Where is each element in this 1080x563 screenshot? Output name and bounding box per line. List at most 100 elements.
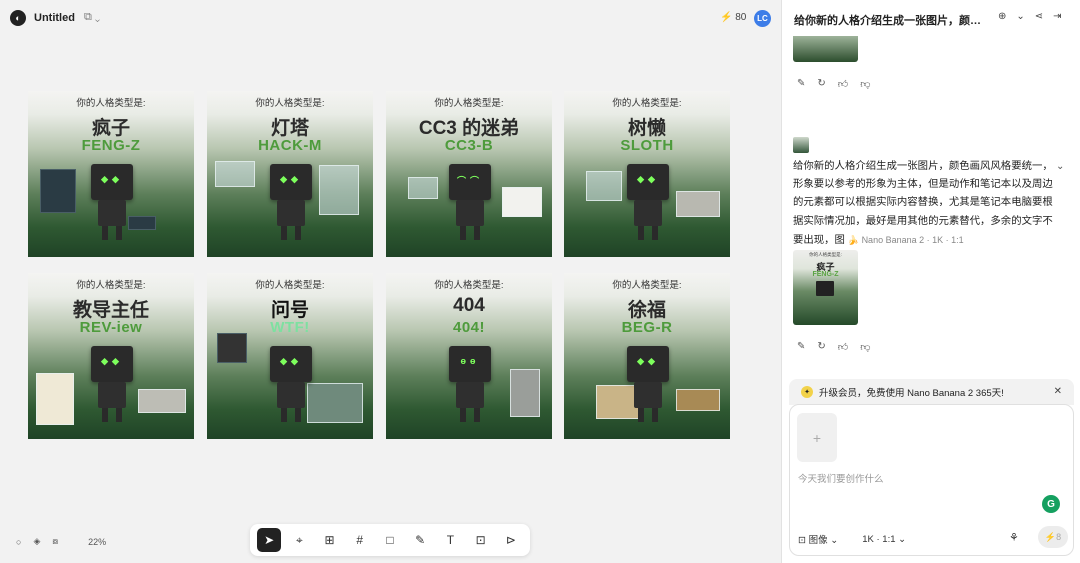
edit-icon[interactable]: ✎ [797,341,805,353]
chevron-down-icon[interactable]: ⌄ [1016,11,1024,22]
card-name: 灯塔 [270,118,309,139]
result-thumbnail[interactable]: 你的人格类型是: 疯子 FENG-Z [793,250,858,325]
image-mode-dropdown[interactable]: ⊡ 图像 ⌄ [798,532,838,546]
card-name: 404 [453,295,485,316]
new-chat-icon[interactable]: ⊕ [998,11,1006,22]
card-caption: 你的人格类型是: [612,98,682,109]
lightning-icon: ⚡ [720,12,733,23]
card-name: 徐福 [627,300,666,321]
persona-card[interactable]: 你的人格类型是: CC3 的迷弟 CC3-B ⌒⌒ [386,91,552,257]
image-gen-tool-icon[interactable]: ⊡ [469,528,493,552]
robot-legs [460,226,480,240]
card-caption: 你的人格类型是: [612,280,682,291]
chat-panel: 给你新的人格介绍生成一张图片，颜… ⊕ ⌄ ⋖ ⇥ ✎ ↻ 👍︎ 👎︎ 给你新的… [781,0,1080,563]
image-mode-label: 图像 [808,535,828,546]
expand-chevron-icon[interactable]: ⌄ [1056,161,1064,172]
user-avatar[interactable]: LC [754,10,771,27]
server-rack-prop [510,369,540,417]
banana-model-icon[interactable]: ⚘ [1009,531,1019,544]
zoom-level[interactable]: 22% [88,537,106,547]
composer-options: ⊡ 图像 ⌄ 1K · 1:1 ⌄ [798,532,906,547]
regenerate-icon[interactable]: ↻ [817,78,825,90]
card-caption: 你的人格类型是: [76,98,146,109]
size-ratio-label: 1K · 1:1 [862,533,896,545]
persona-card[interactable]: 你的人格类型是: 徐福 BEG-R ◆◆ [564,273,730,439]
mini-robots-prop [676,191,720,217]
video-tool-icon[interactable]: ⊳ [499,528,523,552]
card-caption: 你的人格类型是: [434,98,504,109]
robot-legs [281,226,301,240]
layers-icon[interactable]: ◈ [33,536,40,547]
persona-card[interactable]: 你的人格类型是: 树懒 SLOTH ◆◆ [564,91,730,257]
robot-body [634,382,662,408]
floating-files-prop [217,333,247,363]
app-logo-icon[interactable]: ◐ [10,10,26,26]
thumbs-up-icon[interactable]: 👍︎ [838,341,848,353]
model-meta: Nano Banana 2 · 1K · 1:1 [861,234,964,245]
add-attachment-button[interactable]: + [797,413,837,462]
regenerate-icon[interactable]: ↻ [817,341,825,353]
thumbs-up-icon[interactable]: 👍︎ [838,78,848,90]
robot-head: ◆◆ [91,346,133,382]
select-tool-icon[interactable]: ➤ [257,528,282,552]
card-caption: 你的人格类型是: [255,280,325,291]
hologram-prop [215,161,255,187]
persona-card[interactable]: 你的人格类型是: 灯塔 HACK-M ◆◆ [207,91,373,257]
send-button[interactable]: ⚡ 8 [1038,526,1068,548]
message-text: 给你新的人格介绍生成一张图片，颜色画风风格要统一，形象要以参考的形象为主体，但是… [793,161,1053,246]
title-options[interactable]: ⧉ ⌄ [84,11,100,24]
reference-image-thumbnail[interactable] [793,137,809,153]
hologram-prop [408,177,438,199]
edit-icon[interactable]: ✎ [797,78,805,90]
persona-card[interactable]: 你的人格类型是: 教导主任 REV-iew ◆◆ [28,273,194,439]
persona-card[interactable]: 你的人格类型是: 404 404! ɵɵ [386,273,552,439]
share-icon[interactable]: ⋖ [1035,11,1043,22]
robot-body [98,382,126,408]
thumbs-down-icon[interactable]: 👎︎ [860,78,870,90]
grammarly-icon[interactable]: G [1042,495,1060,513]
rectangle-tool-icon[interactable]: □ [378,528,402,552]
prompt-composer[interactable]: + 今天我们要创作什么 G ⊡ 图像 ⌄ 1K · 1:1 ⌄ ⚘ ⚡ 8 [789,404,1074,556]
card-name: 问号 [270,300,309,321]
frame-tool-icon[interactable]: # [348,528,372,552]
chevron-down-icon[interactable]: ⌄ [95,11,100,23]
collapse-panel-icon[interactable]: ⇥ [1053,11,1061,22]
clipboard-prop [36,373,74,425]
robot-head: ◆◆ [91,164,133,200]
monitor-prop [40,169,76,213]
robot-legs [638,226,658,240]
boat-prop [676,389,720,411]
user-message: 给你新的人格介绍生成一张图片，颜色画风风格要统一，形象要以参考的形象为主体，但是… [793,158,1055,250]
thumbs-down-icon[interactable]: 👎︎ [860,341,870,353]
robot-head: ◆◆ [627,346,669,382]
assets-icon[interactable]: ⧇ [52,536,58,547]
robot-head: ◆◆ [270,164,312,200]
card-code: SLOTH [620,137,674,154]
card-code: BEG-R [621,319,673,336]
pin-tool-icon[interactable]: ⌖ [287,528,311,552]
text-tool-icon[interactable]: T [438,528,462,552]
message-actions: ✎ ↻ 👍︎ 👎︎ [797,78,870,90]
robot-body [98,200,126,226]
share-doc-icon[interactable]: ⧉ [84,11,92,23]
circle-icon[interactable]: ○ [16,537,21,547]
image-add-tool-icon[interactable]: ⊞ [318,528,342,552]
message-meta: 🍌 Nano Banana 2 · 1K · 1:1 [847,234,964,245]
credits-counter[interactable]: ⚡ 80 [720,12,746,23]
persona-card[interactable]: 你的人格类型是: 问号 WTF! ◆◆ [207,273,373,439]
previous-result-thumbnail[interactable] [793,36,858,62]
canvas-area[interactable]: ◐ Untitled ⧉ ⌄ ⚡ 80 LC 你的人格类型是: 疯子 FENG-… [0,0,781,563]
document-title[interactable]: Untitled [34,12,75,24]
credits-value: 80 [735,12,747,23]
robot-body [456,382,484,408]
prompt-input[interactable]: 今天我们要创作什么 [798,471,884,485]
status-bar: ○ ◈ ⧇ 22% [16,536,106,547]
persona-card[interactable]: 你的人格类型是: 疯子 FENG-Z ◆◆ [28,91,194,257]
pen-tool-icon[interactable]: ✎ [408,528,432,552]
upgrade-banner[interactable]: ✦ 升级会员，免费使用 Nano Banana 2 365天! ✕ [789,379,1074,405]
size-ratio-dropdown[interactable]: 1K · 1:1 ⌄ [862,534,906,545]
drawing-toolbar: ➤ ⌖ ⊞ # □ ✎ T ⊡ ⊳ [250,524,530,556]
hologram-prop [586,171,622,201]
junk-pile-prop [307,383,363,423]
close-icon[interactable]: ✕ [1054,386,1062,397]
